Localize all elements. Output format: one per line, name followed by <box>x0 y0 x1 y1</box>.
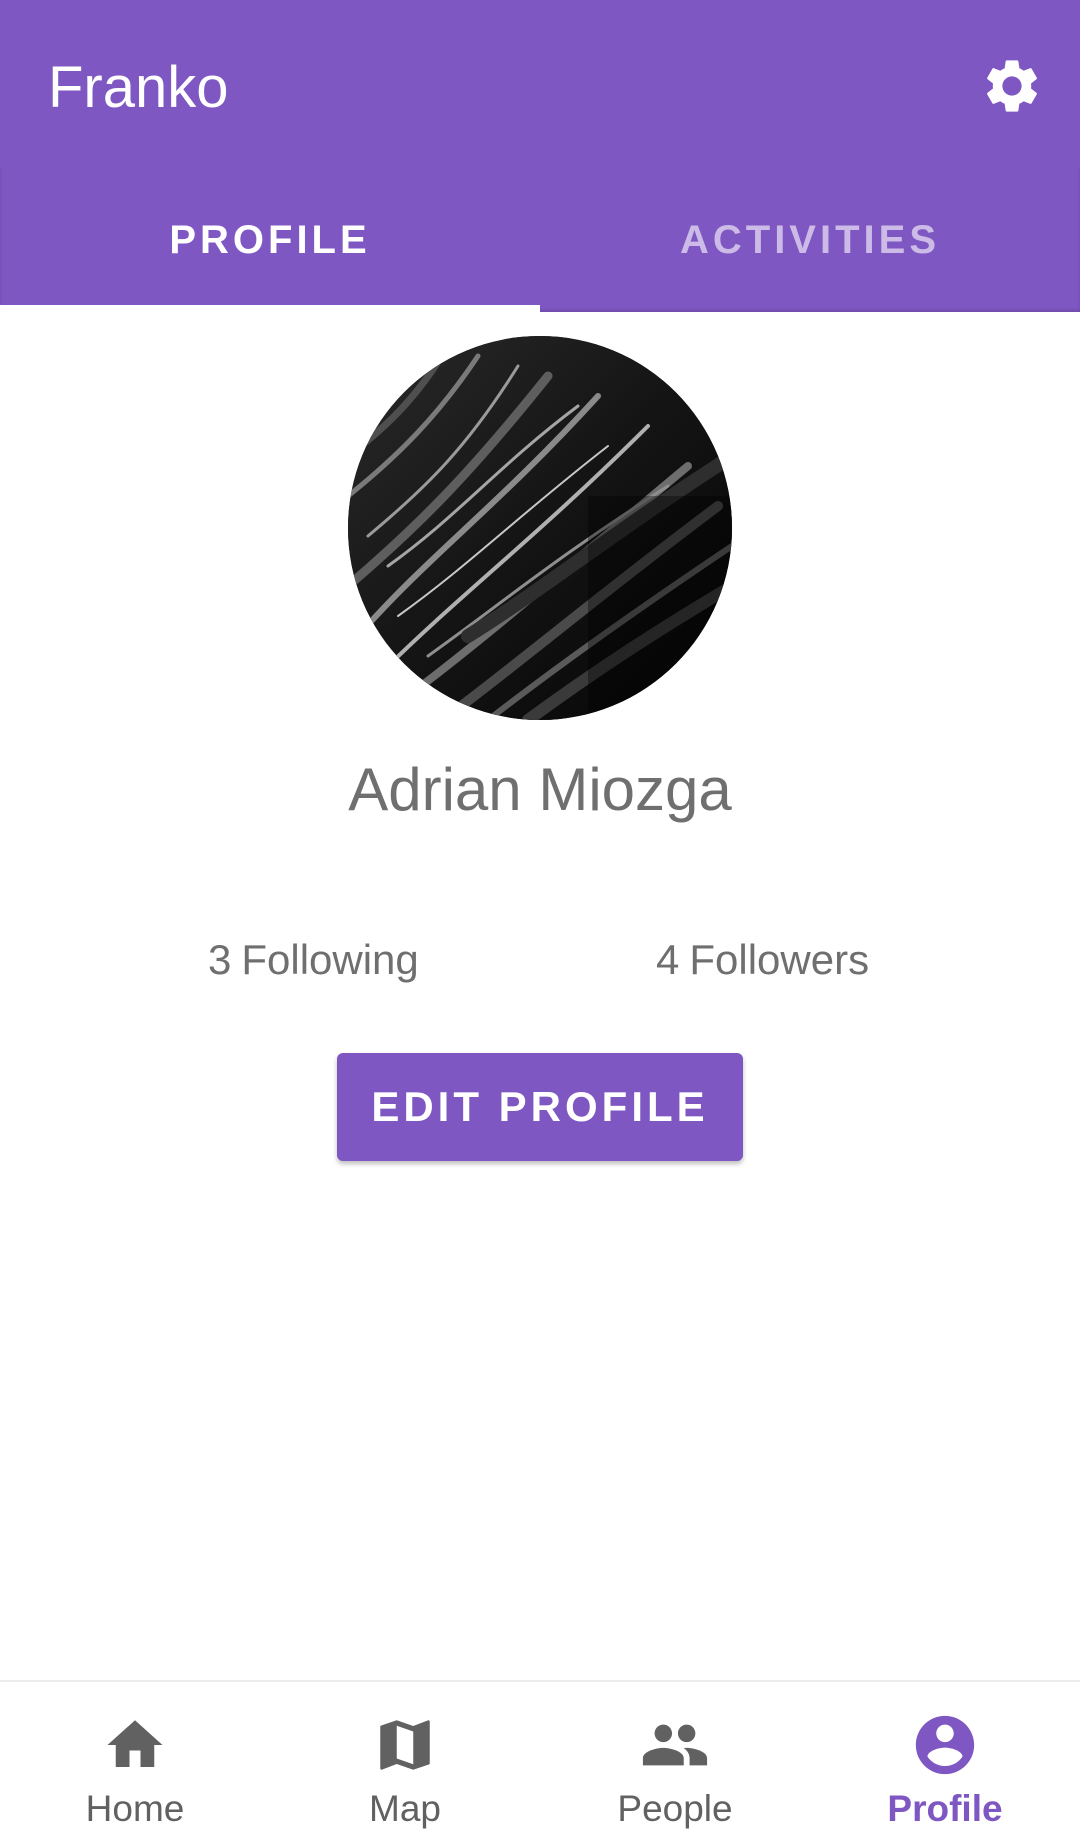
tab-bar: PROFILE ACTIVITIES <box>0 168 1080 312</box>
profile-name: Adrian Miozga <box>348 756 732 823</box>
nav-item-people[interactable]: People <box>540 1682 810 1848</box>
following-label: Following <box>241 936 419 983</box>
account-circle-icon <box>910 1710 980 1780</box>
nav-item-profile[interactable]: Profile <box>810 1682 1080 1848</box>
nav-item-profile-label: Profile <box>887 1788 1003 1829</box>
active-tab-indicator <box>0 305 540 312</box>
tab-activities[interactable]: ACTIVITIES <box>540 168 1080 312</box>
edit-profile-button[interactable]: EDIT PROFILE <box>337 1053 743 1161</box>
followers-number: 4 <box>656 936 680 983</box>
app-bar: Franko <box>0 0 1080 168</box>
people-icon <box>640 1710 710 1780</box>
followers-label: Followers <box>689 936 870 983</box>
map-icon <box>370 1710 440 1780</box>
app-title: Franko <box>48 55 229 120</box>
nav-item-map-label: Map <box>369 1788 441 1829</box>
tab-activities-label: ACTIVITIES <box>679 217 941 262</box>
nav-item-map[interactable]: Map <box>270 1682 540 1848</box>
followers-count[interactable]: 4 Followers <box>656 930 869 990</box>
tab-profile[interactable]: PROFILE <box>0 168 540 312</box>
bottom-navigation: Home Map People Profile <box>0 1680 1080 1848</box>
profile-screen: Franko PROFILE ACTIVITIES Adrian Miozga … <box>0 0 1080 1848</box>
settings-button[interactable] <box>972 46 1052 126</box>
home-icon <box>100 1710 170 1780</box>
avatar-image <box>348 336 732 720</box>
following-number: 3 <box>208 936 232 983</box>
avatar <box>348 336 732 720</box>
gear-icon <box>987 60 1037 112</box>
nav-item-home-label: Home <box>85 1788 185 1829</box>
tab-profile-label: PROFILE <box>169 217 371 262</box>
following-count[interactable]: 3 Following <box>208 930 419 990</box>
nav-item-home[interactable]: Home <box>0 1682 270 1848</box>
nav-item-people-label: People <box>617 1788 733 1829</box>
